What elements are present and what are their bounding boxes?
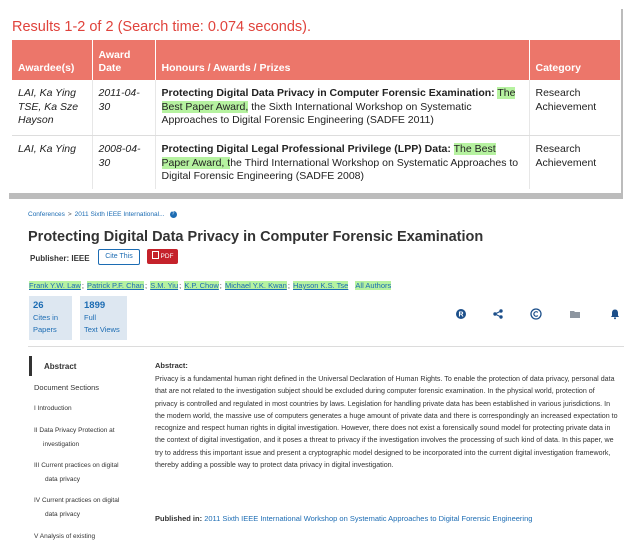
abstract-text: Privacy is a fundamental human right def… xyxy=(155,375,618,469)
column-header-awardees[interactable]: Awardee(s) xyxy=(12,40,93,80)
metric-label: Cites in xyxy=(33,313,59,322)
pdf-icon xyxy=(151,251,159,259)
all-authors-link[interactable]: All Authors xyxy=(355,281,392,290)
awards-table-header: Awardee(s) Award Date Honours / Awards /… xyxy=(12,40,620,80)
document-sections-heading: Document Sections xyxy=(34,383,100,392)
metric-label: Papers xyxy=(33,325,57,334)
honour-title-link[interactable]: Protecting Digital Legal Professional Pr… xyxy=(162,143,451,155)
results-summary: Results 1-2 of 2 (Search time: 0.074 sec… xyxy=(12,19,312,35)
nav-section-label: II Data Privacy Protection at xyxy=(34,427,115,434)
author-link[interactable]: Michael Y.K. Kwan xyxy=(224,281,287,290)
honour-cell: Protecting Digital Legal Professional Pr… xyxy=(155,135,530,189)
pdf-button-label: PDF xyxy=(160,253,174,260)
table-row: LAI, Ka Ying 2008-04-30 Protecting Digit… xyxy=(12,135,620,189)
published-in: Published in: 2011 Sixth IEEE Internatio… xyxy=(155,514,532,523)
author-link[interactable]: Hayson K.S. Tse xyxy=(293,281,349,290)
metric-label: Text Views xyxy=(84,325,120,334)
help-icon[interactable]: ? xyxy=(169,211,177,218)
column-header-honours[interactable]: Honours / Awards / Prizes xyxy=(155,40,530,80)
nav-section-label: data privacy xyxy=(45,511,81,518)
author-separator: ; xyxy=(145,281,148,290)
author-separator: ; xyxy=(287,281,290,290)
nav-section-label: IV Current practices on digital xyxy=(34,497,120,504)
breadcrumb-conferences[interactable]: Conferences xyxy=(28,211,65,218)
published-in-label: Published in: xyxy=(155,514,203,523)
nav-section-item[interactable]: I Introduction xyxy=(34,402,144,416)
author-list: Frank Y.W. Law; Patrick P.F. Chan; S.M. … xyxy=(29,281,392,290)
awards-table: Awardee(s) Award Date Honours / Awards /… xyxy=(12,40,620,189)
nav-section-label: III Current practices on digital xyxy=(34,462,119,469)
breadcrumb: Conferences >2011 Sixth IEEE Internationa… xyxy=(28,211,177,218)
awardee-name[interactable]: LAI, Ka Ying xyxy=(18,143,76,155)
metric-value: 1899 xyxy=(84,300,106,311)
category-cell: Research Achievement xyxy=(529,80,620,136)
table-row: LAI, Ka Ying TSE, Ka Sze Hayson 2011-04-… xyxy=(12,80,620,136)
svg-text:R: R xyxy=(458,312,463,319)
nav-section-label: I Introduction xyxy=(34,405,72,412)
pdf-button[interactable]: PDF xyxy=(147,249,178,264)
awardee-name[interactable]: TSE, Ka Sze xyxy=(18,101,78,113)
author-link[interactable]: S.M. Yiu xyxy=(150,281,179,290)
nav-section-item[interactable]: IV Current practices on digital data pri… xyxy=(34,494,144,522)
publisher: Publisher: IEEE xyxy=(30,254,90,263)
cite-this-button[interactable]: Cite This xyxy=(98,249,140,265)
metric-full-text-views[interactable]: 1899 Full Text Views xyxy=(80,296,127,340)
nav-abstract-label: Abstract xyxy=(44,362,77,371)
column-header-award-date[interactable]: Award Date xyxy=(92,40,156,80)
metric-value: 26 xyxy=(33,300,44,311)
honour-title-link[interactable]: Protecting Digital Data Privacy in Compu… xyxy=(162,87,495,99)
copyright-icon[interactable] xyxy=(530,308,542,320)
author-separator: ; xyxy=(179,281,182,290)
metric-label: Full xyxy=(84,313,97,322)
author-link[interactable]: K.P. Chow xyxy=(184,281,219,290)
section-divider xyxy=(28,346,624,347)
honour-cell: Protecting Digital Data Privacy in Compu… xyxy=(155,80,530,136)
search-results-panel: Results 1-2 of 2 (Search time: 0.074 sec… xyxy=(9,9,621,193)
rights-icon[interactable]: R xyxy=(455,308,467,320)
metric-cites-in-papers[interactable]: 26 Cites in Papers xyxy=(29,296,72,340)
nav-section-label: investigation xyxy=(43,441,80,448)
nav-section-item[interactable]: II Data Privacy Protection at investigat… xyxy=(34,424,144,452)
category-cell: Research Achievement xyxy=(535,143,597,169)
nav-section-label: data privacy xyxy=(45,476,81,483)
share-icon[interactable] xyxy=(492,308,504,320)
publisher-value: IEEE xyxy=(71,254,90,263)
awardee-cell: LAI, Ka Ying xyxy=(12,135,93,189)
page-title: Protecting Digital Data Privacy in Compu… xyxy=(28,229,484,245)
alert-bell-icon[interactable] xyxy=(609,308,621,320)
awardee-cell: LAI, Ka Ying TSE, Ka Sze Hayson xyxy=(12,80,93,136)
nav-abstract-tab[interactable]: Abstract xyxy=(29,356,127,376)
column-header-category[interactable]: Category xyxy=(529,40,620,80)
search-results-card: Results 1-2 of 2 (Search time: 0.074 sec… xyxy=(9,9,623,199)
nav-section-item[interactable]: III Current practices on digital data pr… xyxy=(34,459,144,487)
award-date: 2008-04-30 xyxy=(92,135,156,189)
breadcrumb-separator: > xyxy=(67,211,72,219)
publisher-label: Publisher: xyxy=(30,254,70,263)
author-link[interactable]: Frank Y.W. Law xyxy=(29,281,81,290)
author-link[interactable]: Patrick P.F. Chan xyxy=(87,281,145,290)
published-in-link[interactable]: 2011 Sixth IEEE International Workshop o… xyxy=(204,514,532,523)
author-separator: ; xyxy=(219,281,222,290)
author-separator: ; xyxy=(81,281,84,290)
awardee-name[interactable]: LAI, Ka Ying xyxy=(18,87,76,99)
abstract-heading: Abstract: xyxy=(155,361,188,370)
breadcrumb-conference-name[interactable]: 2011 Sixth IEEE International... xyxy=(75,211,165,218)
awardee-name[interactable]: Hayson xyxy=(18,114,54,126)
column-header-award-date-text: Award Date xyxy=(98,49,131,74)
folder-icon[interactable] xyxy=(569,308,581,320)
award-date: 2011-04-30 xyxy=(92,80,156,136)
